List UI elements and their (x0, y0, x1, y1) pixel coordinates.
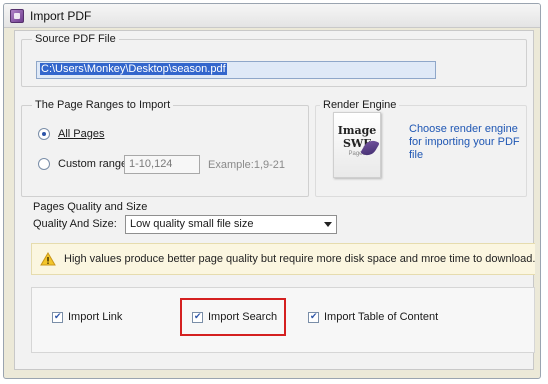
all-pages-label-text: All Pages (58, 128, 105, 140)
quality-group-title: Pages Quality and Size (33, 201, 148, 213)
chevron-down-icon[interactable] (324, 222, 332, 227)
import-link-checkbox[interactable] (52, 311, 63, 323)
page-ranges-group: The Page Ranges to Import All Pages Cust… (21, 99, 309, 197)
all-pages-label[interactable]: All Pages (58, 128, 104, 140)
custom-range-input[interactable]: 1-10,124 (124, 155, 200, 174)
import-pdf-window: Import PDF Source PDF File C:\Users\Monk… (3, 3, 541, 379)
source-path-field[interactable]: C:\Users\Monkey\Desktop\season.pdf (36, 61, 436, 79)
title-bar: Import PDF (4, 4, 540, 28)
engine-card-line1: Image (337, 124, 377, 137)
import-options-panel: Import Link Import Search Import Table o… (31, 287, 535, 353)
warning-text: High values produce better page quality … (64, 253, 536, 265)
warning-icon (40, 252, 56, 266)
source-pdf-group: Source PDF File C:\Users\Monkey\Desktop\… (21, 33, 527, 87)
image-swf-engine-button[interactable]: Image SWF Pages (333, 112, 381, 178)
quality-select-value: Low quality small file size (130, 218, 254, 230)
custom-range-label[interactable]: Custom range: (58, 158, 130, 170)
page-ranges-group-title: The Page Ranges to Import (32, 99, 174, 111)
import-toc-label[interactable]: Import Table of Content (324, 311, 438, 323)
source-pdf-group-title: Source PDF File (32, 33, 119, 45)
window-title: Import PDF (30, 8, 92, 23)
quality-select[interactable]: Low quality small file size (125, 215, 337, 234)
quality-label: Quality And Size: (33, 218, 117, 230)
pdf-app-icon (10, 8, 24, 23)
custom-range-example: Example:1,9-21 (208, 159, 286, 171)
source-path-value: C:\Users\Monkey\Desktop\season.pdf (40, 63, 227, 75)
render-engine-group-title: Render Engine (320, 99, 400, 111)
all-pages-radio[interactable] (38, 128, 50, 140)
render-engine-description: Choose render engine for importing your … (409, 123, 520, 161)
custom-range-radio[interactable] (38, 158, 50, 170)
warning-banner: High values produce better page quality … (31, 243, 535, 275)
dialog-content: Source PDF File C:\Users\Monkey\Desktop\… (14, 30, 535, 370)
import-link-label[interactable]: Import Link (68, 311, 122, 323)
import-toc-checkbox[interactable] (308, 311, 319, 323)
import-search-highlight (180, 298, 286, 336)
